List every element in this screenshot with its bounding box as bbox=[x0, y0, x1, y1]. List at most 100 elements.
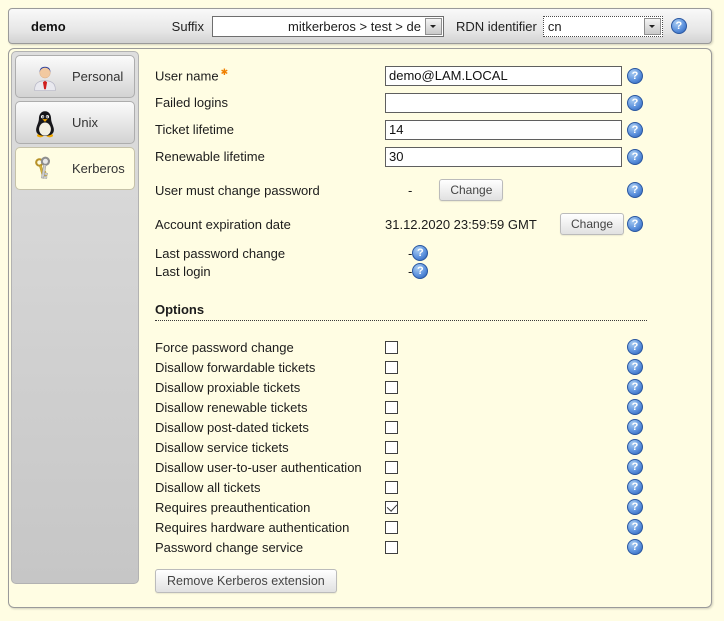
change-expiration-button[interactable]: Change bbox=[560, 213, 624, 235]
checkbox-disallow-user-to-user-authentication[interactable] bbox=[385, 461, 398, 474]
help-icon[interactable]: ? bbox=[627, 439, 643, 455]
checkbox-disallow-post-dated-tickets[interactable] bbox=[385, 421, 398, 434]
form-row-renewable-lifetime: Renewable lifetime ? bbox=[155, 143, 647, 170]
help-icon[interactable]: ? bbox=[627, 499, 643, 515]
option-row: Disallow post-dated tickets ? bbox=[155, 417, 647, 437]
tab-unix[interactable]: Unix bbox=[15, 101, 135, 144]
checkbox-disallow-service-tickets[interactable] bbox=[385, 441, 398, 454]
option-label: Disallow renewable tickets bbox=[155, 400, 385, 415]
expiration-date-value: 31.12.2020 23:59:59 GMT bbox=[385, 217, 558, 232]
header-bar: demo Suffix mitkerberos > test > de RDN … bbox=[8, 8, 712, 44]
tab-label: Kerberos bbox=[72, 161, 125, 176]
tab-personal[interactable]: Personal bbox=[15, 55, 135, 98]
kerberos-form: User name✱ ? Failed logins ? Ticket life… bbox=[155, 48, 647, 593]
checkbox-requires-preauthentication[interactable] bbox=[385, 501, 398, 514]
field-label: User name✱ bbox=[155, 67, 385, 83]
option-label: Disallow post-dated tickets bbox=[155, 420, 385, 435]
suffix-label: Suffix bbox=[172, 19, 204, 34]
failed-logins-input[interactable] bbox=[385, 93, 622, 113]
rdn-identifier-label: RDN identifier bbox=[456, 19, 537, 34]
option-row: Disallow user-to-user authentication ? bbox=[155, 457, 647, 477]
rdn-identifier-select[interactable]: cn bbox=[543, 16, 663, 37]
option-label: Requires hardware authentication bbox=[155, 520, 385, 535]
dropdown-arrow-icon bbox=[644, 18, 661, 35]
field-label: User must change password bbox=[155, 183, 385, 198]
help-icon[interactable]: ? bbox=[627, 149, 643, 165]
form-row-expiration-date: Account expiration date 31.12.2020 23:59… bbox=[155, 212, 647, 236]
help-icon[interactable]: ? bbox=[627, 379, 643, 395]
checkbox-disallow-renewable-tickets[interactable] bbox=[385, 401, 398, 414]
keys-icon bbox=[29, 153, 61, 185]
help-icon[interactable]: ? bbox=[627, 339, 643, 355]
help-icon[interactable]: ? bbox=[627, 359, 643, 375]
option-label: Requires preauthentication bbox=[155, 500, 385, 515]
help-icon[interactable]: ? bbox=[671, 18, 687, 34]
checkbox-password-change-service[interactable] bbox=[385, 541, 398, 554]
checkbox-force-password-change[interactable] bbox=[385, 341, 398, 354]
tab-kerberos[interactable]: Kerberos bbox=[15, 147, 135, 190]
option-row: Requires preauthentication ? bbox=[155, 497, 647, 517]
field-label: Ticket lifetime bbox=[155, 122, 385, 137]
field-label: Renewable lifetime bbox=[155, 149, 385, 164]
field-label: Account expiration date bbox=[155, 217, 385, 232]
option-row: Disallow renewable tickets ? bbox=[155, 397, 647, 417]
help-icon[interactable]: ? bbox=[412, 263, 428, 279]
form-row-password-change: User must change password - Change ? bbox=[155, 178, 647, 202]
option-label: Disallow all tickets bbox=[155, 480, 385, 495]
required-asterisk: ✱ bbox=[221, 67, 229, 77]
form-row-user-name: User name✱ ? bbox=[155, 62, 647, 89]
options-list: Force password change ? Disallow forward… bbox=[155, 337, 647, 557]
change-password-button[interactable]: Change bbox=[439, 179, 503, 201]
option-label: Disallow forwardable tickets bbox=[155, 360, 385, 375]
form-row-last-login: Last login - ? bbox=[155, 262, 647, 280]
remove-kerberos-extension-button[interactable]: Remove Kerberos extension bbox=[155, 569, 337, 593]
field-value: - bbox=[408, 183, 412, 198]
form-row-last-password-change: Last password change - ? bbox=[155, 244, 647, 262]
help-icon[interactable]: ? bbox=[627, 519, 643, 535]
field-label: Last login bbox=[155, 264, 385, 279]
tux-icon bbox=[29, 107, 61, 139]
checkbox-disallow-all-tickets[interactable] bbox=[385, 481, 398, 494]
lam-user-edit-page: demo Suffix mitkerberos > test > de RDN … bbox=[0, 0, 724, 621]
option-label: Disallow service tickets bbox=[155, 440, 385, 455]
option-row: Disallow service tickets ? bbox=[155, 437, 647, 457]
checkbox-requires-hardware-authentication[interactable] bbox=[385, 521, 398, 534]
tab-label: Unix bbox=[72, 115, 98, 130]
help-icon[interactable]: ? bbox=[627, 459, 643, 475]
option-row: Force password change ? bbox=[155, 337, 647, 357]
renewable-lifetime-input[interactable] bbox=[385, 147, 622, 167]
option-row: Disallow all tickets ? bbox=[155, 477, 647, 497]
sidebar: Personal Unix bbox=[11, 51, 139, 584]
help-icon[interactable]: ? bbox=[627, 182, 643, 198]
help-icon[interactable]: ? bbox=[627, 95, 643, 111]
form-row-failed-logins: Failed logins ? bbox=[155, 89, 647, 116]
suffix-select-value: mitkerberos > test > de bbox=[213, 19, 425, 34]
option-label: Password change service bbox=[155, 540, 385, 555]
rdn-select-value: cn bbox=[544, 19, 644, 34]
help-icon[interactable]: ? bbox=[627, 68, 643, 84]
user-icon bbox=[29, 61, 61, 93]
help-icon[interactable]: ? bbox=[627, 539, 643, 555]
checkbox-disallow-proxiable-tickets[interactable] bbox=[385, 381, 398, 394]
help-icon[interactable]: ? bbox=[627, 479, 643, 495]
option-row: Password change service ? bbox=[155, 537, 647, 557]
user-name-input[interactable] bbox=[385, 66, 622, 86]
tab-label: Personal bbox=[72, 69, 123, 84]
option-row: Disallow forwardable tickets ? bbox=[155, 357, 647, 377]
help-icon[interactable]: ? bbox=[412, 245, 428, 261]
option-label: Disallow proxiable tickets bbox=[155, 380, 385, 395]
checkbox-disallow-forwardable-tickets[interactable] bbox=[385, 361, 398, 374]
form-row-ticket-lifetime: Ticket lifetime ? bbox=[155, 116, 647, 143]
option-label: Disallow user-to-user authentication bbox=[155, 460, 385, 475]
option-label: Force password change bbox=[155, 340, 385, 355]
field-label: Last password change bbox=[155, 246, 385, 261]
help-icon[interactable]: ? bbox=[627, 399, 643, 415]
options-heading: Options bbox=[155, 302, 647, 321]
help-icon[interactable]: ? bbox=[627, 216, 643, 232]
option-row: Requires hardware authentication ? bbox=[155, 517, 647, 537]
ticket-lifetime-input[interactable] bbox=[385, 120, 622, 140]
help-icon[interactable]: ? bbox=[627, 122, 643, 138]
suffix-select[interactable]: mitkerberos > test > de bbox=[212, 16, 444, 37]
dropdown-arrow-icon bbox=[425, 18, 442, 35]
help-icon[interactable]: ? bbox=[627, 419, 643, 435]
